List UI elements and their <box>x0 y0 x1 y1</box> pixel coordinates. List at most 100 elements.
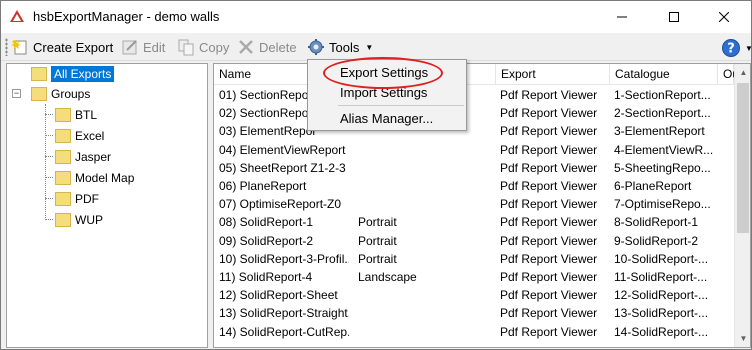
folder-icon <box>31 67 47 81</box>
vertical-scrollbar[interactable]: ▲ ▼ <box>734 64 750 347</box>
tools-label: Tools <box>329 39 360 55</box>
cell-export: Pdf Report Viewer <box>500 197 598 212</box>
help-button[interactable]: ? ▼ <box>721 37 752 59</box>
column-header-export[interactable]: Export <box>496 64 610 85</box>
table-row[interactable]: 05) SheetReport Z1-2-3 Pdf Report Viewer 5… <box>214 159 734 177</box>
table-row[interactable]: 03) ElementRepor Pdf Report Viewer 3-Eleme… <box>214 122 734 140</box>
cell-name: 08) SolidReport-1 <box>219 215 314 230</box>
cell-catalogue: 14-SolidReport-... <box>614 324 709 339</box>
edit-icon <box>122 40 137 55</box>
tree-item-label: WUP <box>75 213 103 227</box>
maximize-button[interactable] <box>651 1 697 33</box>
cell-export: Pdf Report Viewer <box>500 179 598 193</box>
folder-icon <box>55 150 71 164</box>
table-row[interactable]: 10) SolidReport-3-Profil... Portrait Pdf R… <box>214 250 734 268</box>
cell-catalogue: 8-SolidReport-1 <box>614 215 699 230</box>
cell-name: 07) OptimiseReport-Z0 <box>219 197 342 212</box>
cell-catalogue: 7-OptimiseRepo... <box>614 197 711 212</box>
minimize-button[interactable] <box>599 1 645 33</box>
cell-name: 13) SolidReport-Straight... <box>219 306 349 321</box>
cell-name: 12) SolidReport-Sheet <box>219 288 338 303</box>
tree-item-btl[interactable]: BTL <box>55 105 97 125</box>
highlight-circle <box>323 57 443 89</box>
delete-button[interactable]: Delete <box>237 36 297 58</box>
column-header-output[interactable]: Ou <box>718 64 739 85</box>
cell-export: Pdf Report Viewer <box>500 215 598 230</box>
edit-button[interactable]: Edit <box>121 36 165 58</box>
cell-export: Pdf Report Viewer <box>500 251 598 266</box>
scroll-down-icon[interactable]: ▼ <box>735 330 750 347</box>
cell-orientation: Portrait <box>358 233 397 248</box>
table-row[interactable]: 04) ElementViewReport Pdf Report Viewer 4-… <box>214 141 734 159</box>
table-row[interactable]: 09) SolidReport-2 Portrait Pdf Report View… <box>214 232 734 250</box>
column-header-catalogue[interactable]: Catalogue <box>610 64 718 85</box>
tree-item-jasper[interactable]: Jasper <box>55 147 111 167</box>
tools-menu-button[interactable]: Tools ▼ <box>307 36 373 58</box>
table-row[interactable]: 08) SolidReport-1 Portrait Pdf Report View… <box>214 213 734 231</box>
toolbar-grip[interactable] <box>5 38 8 56</box>
tree-item-wup[interactable]: WUP <box>55 210 103 230</box>
cell-export: Pdf Report Viewer <box>500 306 598 321</box>
table-row[interactable]: 02) SectionRepor Pdf Report Viewer 2-Secti… <box>214 104 734 122</box>
table-row[interactable]: 11) SolidReport-4 Landscape Pdf Report Vie… <box>214 268 734 286</box>
cell-catalogue: 1-SectionReport... <box>614 88 711 102</box>
folder-icon <box>55 129 71 143</box>
window-title: hsbExportManager - demo walls <box>33 9 220 24</box>
tree-item-groups[interactable]: Groups <box>31 84 90 104</box>
cell-name: 10) SolidReport-3-Profil... <box>219 251 349 266</box>
cell-catalogue: 6-PlaneReport <box>614 179 692 193</box>
cell-export: Pdf Report Viewer <box>500 124 598 139</box>
cell-export: Pdf Report Viewer <box>500 270 598 284</box>
collapse-toggle-icon[interactable]: − <box>12 89 21 98</box>
cell-catalogue: 4-ElementViewR... <box>614 142 714 157</box>
cell-export: Pdf Report Viewer <box>500 88 598 102</box>
tree-item-pdf[interactable]: PDF <box>55 189 99 209</box>
folder-icon <box>55 192 71 206</box>
cell-catalogue: 10-SolidReport-... <box>614 251 709 266</box>
copy-icon <box>178 39 194 56</box>
cell-name: 14) SolidReport-CutRep... <box>219 324 349 339</box>
tree-item-label: Excel <box>75 129 105 143</box>
tree-item-all-exports[interactable]: All Exports <box>31 64 115 84</box>
tree-item-label: Jasper <box>75 150 112 164</box>
close-button[interactable] <box>701 1 747 33</box>
cell-catalogue: 2-SectionReport... <box>614 106 711 121</box>
tree-item-model-map[interactable]: Model Map <box>55 168 134 188</box>
groups-tree[interactable]: All Exports − Groups BTL Excel Jasper Mo… <box>6 63 208 348</box>
chevron-down-icon: ▼ <box>745 43 752 53</box>
exports-list[interactable]: Name Export Catalogue Ou 01) SectionRepo… <box>213 63 751 348</box>
cell-orientation: Portrait <box>358 251 397 266</box>
table-row[interactable]: 01) SectionRepor Pdf Report Viewer 1-Secti… <box>214 86 734 104</box>
cell-name: 11) SolidReport-4 <box>219 270 313 284</box>
create-export-button[interactable]: Create Export <box>11 36 113 58</box>
new-document-icon <box>11 40 27 55</box>
tree-item-label: PDF <box>75 192 99 206</box>
gear-icon <box>308 39 324 55</box>
cell-export: Pdf Report Viewer <box>500 106 598 121</box>
scroll-up-icon[interactable]: ▲ <box>735 64 750 81</box>
cell-catalogue: 9-SolidReport-2 <box>614 233 699 248</box>
cell-export: Pdf Report Viewer <box>500 160 598 175</box>
app-window: hsbExportManager - demo walls Create Exp… <box>0 0 752 350</box>
table-row[interactable]: 12) SolidReport-Sheet Pdf Report Viewer 12… <box>214 286 734 304</box>
tree-item-label: All Exports <box>51 66 115 82</box>
table-row[interactable]: 13) SolidReport-Straight... Pdf Report Vi… <box>214 304 734 322</box>
table-row[interactable]: 07) OptimiseReport-Z0 Pdf Report Viewer 7-… <box>214 195 734 213</box>
table-row[interactable]: 06) PlaneReport Pdf Report Viewer 6-PlaneR… <box>214 177 734 195</box>
table-row[interactable]: 14) SolidReport-CutRep... Pdf Report View… <box>214 323 734 341</box>
cell-export: Pdf Report Viewer <box>500 324 598 339</box>
tree-item-label: Groups <box>51 87 91 101</box>
folder-icon <box>31 87 47 101</box>
help-icon: ? <box>722 39 740 57</box>
dropdown-arrow-icon: ▼ <box>365 42 374 52</box>
folder-icon <box>55 108 71 122</box>
app-logo-icon <box>10 10 24 22</box>
cell-orientation: Portrait <box>358 215 397 230</box>
scroll-thumb[interactable] <box>737 83 749 233</box>
menu-item-alias-manager[interactable]: Alias Manager... <box>308 109 466 129</box>
copy-button[interactable]: Copy <box>177 36 229 58</box>
tree-item-excel[interactable]: Excel <box>55 126 104 146</box>
edit-label: Edit <box>143 39 166 55</box>
cell-orientation: Landscape <box>358 270 417 284</box>
cell-catalogue: 13-SolidReport-... <box>614 306 709 321</box>
